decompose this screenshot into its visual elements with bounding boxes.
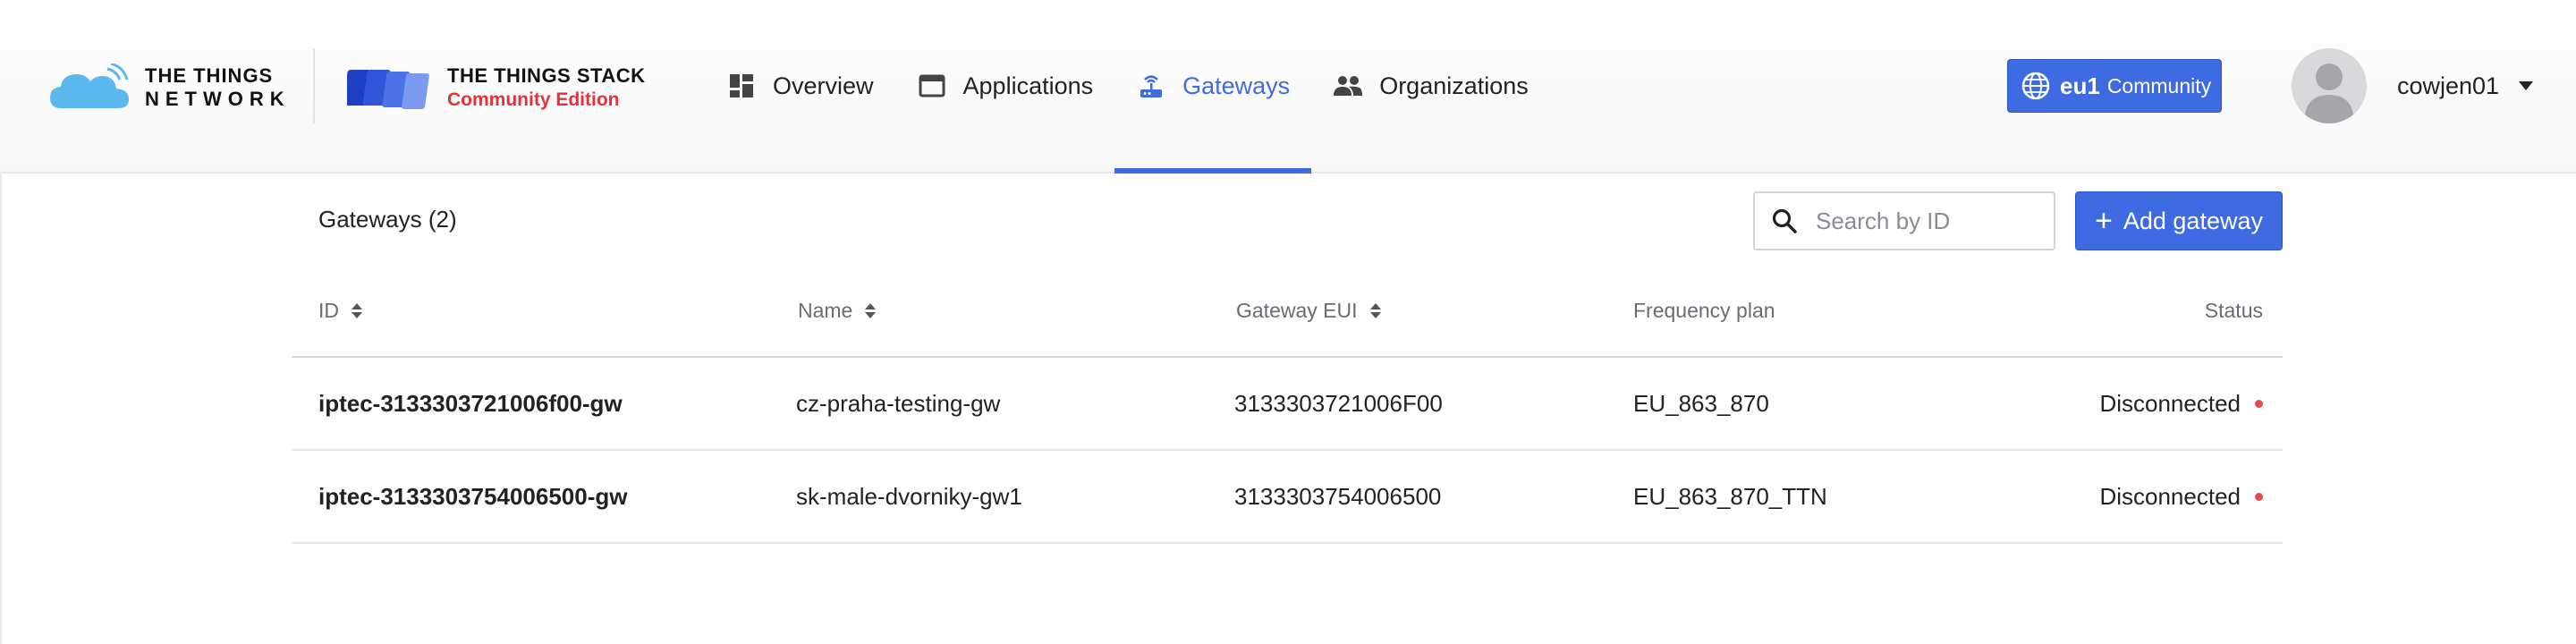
overview-icon — [726, 71, 757, 101]
plus-icon: + — [2095, 204, 2113, 238]
column-eui[interactable]: Gateway EUI — [1236, 299, 1381, 323]
column-id-label: ID — [318, 299, 339, 322]
ttn-logo[interactable]: THE THINGS NETWORK — [48, 59, 291, 116]
column-status-label: Status — [2204, 299, 2263, 322]
nav-overview-label: Overview — [773, 72, 874, 99]
user-silhouette-icon — [2304, 64, 2354, 123]
status-dot — [2255, 400, 2263, 408]
search-icon — [1772, 208, 1797, 233]
nav-gateways-label: Gateways — [1182, 72, 1291, 99]
nav-gateways[interactable]: Gateways — [1114, 0, 1312, 174]
status-text: Disconnected — [2099, 483, 2241, 510]
status-text: Disconnected — [2099, 390, 2241, 417]
page-title: Gateways (2) — [318, 206, 457, 233]
column-name[interactable]: Name — [798, 299, 877, 323]
nav-overview[interactable]: Overview — [705, 0, 895, 172]
column-eui-label: Gateway EUI — [1236, 299, 1358, 322]
cluster-name: eu1 — [2060, 72, 2100, 99]
column-id[interactable]: ID — [318, 299, 362, 323]
column-name-label: Name — [798, 299, 853, 322]
status-dot — [2255, 493, 2263, 501]
status-cell: Disconnected — [2099, 483, 2263, 511]
top-header: THE THINGS NETWORK THE THINGS STACK Comm… — [0, 0, 2576, 174]
frequency-plan: EU_863_870 — [1633, 390, 1769, 417]
username: cowjen01 — [2397, 72, 2500, 99]
gateways-table: ID Name Gateway EUI Frequency plan Statu… — [292, 272, 2283, 544]
cluster-button[interactable]: eu1 Community — [2007, 59, 2222, 113]
column-status: Status — [2205, 299, 2263, 323]
search-input[interactable] — [1814, 206, 2032, 236]
ttn-wordmark-line1: THE THINGS — [145, 64, 274, 87]
cloud-icon — [50, 64, 129, 108]
search-field[interactable] — [1753, 191, 2055, 250]
sort-icon — [865, 303, 877, 318]
nav-applications[interactable]: Applications — [895, 0, 1115, 172]
stack-title: THE THINGS STACK — [447, 64, 646, 87]
add-gateway-label: Add gateway — [2123, 207, 2263, 234]
user-menu[interactable]: cowjen01 — [2292, 48, 2534, 123]
page-border — [0, 172, 2, 644]
applications-icon — [917, 71, 947, 101]
cluster-tier: Community — [2106, 73, 2212, 97]
table-row[interactable]: iptec-3133303754006500-gw sk-male-dvorni… — [292, 451, 2283, 544]
organizations-icon — [1333, 71, 1363, 101]
add-gateway-button[interactable]: + Add gateway — [2075, 191, 2283, 250]
sort-icon — [1369, 303, 1381, 318]
status-cell: Disconnected — [2099, 390, 2263, 418]
nav-organizations-label: Organizations — [1379, 72, 1529, 99]
chevron-down-icon — [2519, 81, 2534, 90]
gateway-name: sk-male-dvorniky-gw1 — [796, 483, 1022, 510]
gateway-name: cz-praha-testing-gw — [796, 390, 1001, 417]
ttn-wordmark-line2: NETWORK — [145, 88, 291, 110]
nav-applications-label: Applications — [962, 72, 1094, 99]
avatar — [2292, 48, 2367, 123]
globe-icon — [2021, 72, 2050, 100]
stack-edition: Community Edition — [447, 89, 620, 110]
column-plan-label: Frequency plan — [1633, 299, 1775, 322]
frequency-plan: EU_863_870_TTN — [1633, 483, 1827, 510]
gateway-eui: 3133303754006500 — [1234, 483, 1442, 510]
main-nav: Overview Applications Gateways Organizat… — [705, 0, 1550, 174]
nav-organizations[interactable]: Organizations — [1311, 0, 1550, 172]
column-frequency-plan: Frequency plan — [1633, 299, 1775, 323]
gateway-eui: 3133303721006F00 — [1234, 390, 1443, 417]
table-row[interactable]: iptec-3133303721006f00-gw cz-praha-testi… — [292, 358, 2283, 451]
table-header: ID Name Gateway EUI Frequency plan Statu… — [292, 272, 2283, 358]
gateway-id: iptec-3133303754006500-gw — [318, 483, 628, 510]
gateway-id: iptec-3133303721006f00-gw — [318, 390, 623, 417]
stack-logo[interactable]: THE THINGS STACK Community Edition — [347, 63, 645, 113]
sort-icon — [352, 303, 362, 318]
stack-cards-icon — [347, 70, 429, 109]
gateway-icon — [1136, 71, 1166, 101]
brand-divider — [313, 48, 315, 123]
